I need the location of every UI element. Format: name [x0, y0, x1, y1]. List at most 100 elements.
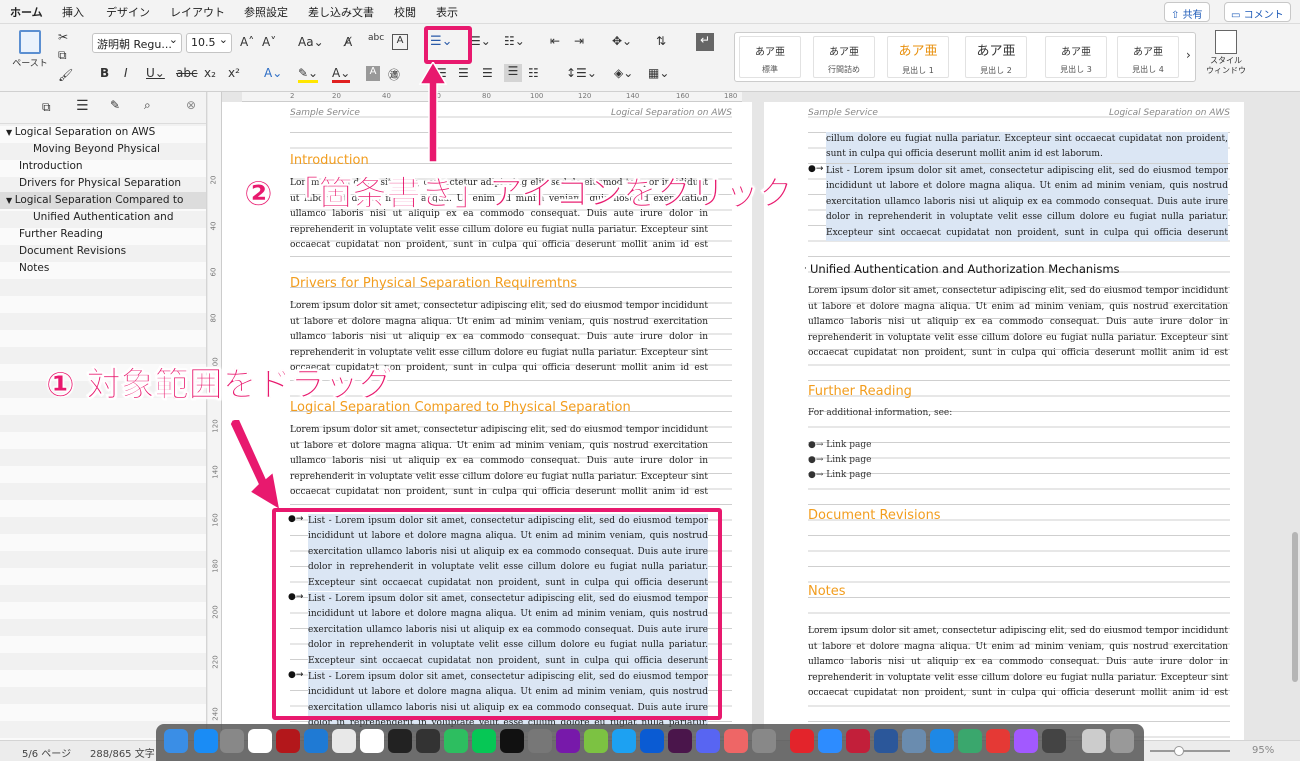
app-icon[interactable]: [846, 729, 870, 753]
slack-icon[interactable]: [668, 729, 692, 753]
char-border-icon[interactable]: A: [392, 34, 408, 50]
link-item[interactable]: ●→ Link page: [808, 470, 871, 480]
style-heading-2[interactable]: あア亜 見出し 2: [965, 36, 1027, 78]
style-heading-1[interactable]: あア亜 見出し 1: [887, 36, 949, 78]
calendar-icon[interactable]: [248, 729, 272, 753]
zoom-thumb[interactable]: [1174, 746, 1184, 756]
tab-design[interactable]: デザイン: [106, 4, 150, 20]
nav-item[interactable]: ▼ Logical Separation on AWS: [0, 124, 206, 141]
onenote-icon[interactable]: [556, 729, 580, 753]
share-button[interactable]: ⇧ 共有: [1164, 2, 1210, 22]
clear-format-icon[interactable]: A̸: [344, 35, 352, 49]
paste-button[interactable]: ペースト: [8, 30, 52, 74]
style-normal[interactable]: あア亜 標準: [739, 36, 801, 78]
increase-indent-icon[interactable]: ⇥: [574, 34, 584, 48]
char-shading-icon[interactable]: A: [366, 66, 380, 81]
subscript-icon[interactable]: x₂: [204, 66, 216, 80]
nav-item[interactable]: Introduction: [19, 158, 83, 175]
list-item-selected[interactable]: List - Lorem ipsum dolor sit amet, conse…: [826, 164, 1228, 241]
1password-icon[interactable]: [640, 729, 664, 753]
tab-references[interactable]: 参照設定: [244, 4, 288, 20]
align-center-icon[interactable]: ☰: [458, 66, 469, 80]
link-item[interactable]: ●→ Link page: [808, 440, 871, 450]
app-icon[interactable]: [388, 729, 412, 753]
line-spacing-icon[interactable]: ↕☰⌄: [566, 66, 597, 80]
cut-icon[interactable]: ✂: [58, 30, 68, 44]
text-effects-icon[interactable]: A⌄: [264, 66, 282, 80]
nav-item[interactable]: Document Revisions: [19, 243, 126, 260]
launchpad-icon[interactable]: [220, 729, 244, 753]
word-icon[interactable]: [874, 729, 898, 753]
shading-icon[interactable]: ◈⌄: [614, 66, 633, 80]
multilevel-list-icon[interactable]: ☷⌄: [504, 34, 525, 48]
numbering-icon[interactable]: ☰⌄: [470, 34, 491, 48]
asian-layout-icon[interactable]: ✥⌄: [612, 34, 632, 48]
style-heading-3[interactable]: あア亜 見出し 3: [1045, 36, 1107, 78]
font-size-select[interactable]: 10.5: [186, 33, 232, 53]
align-right-icon[interactable]: ☰: [482, 66, 493, 80]
chrome-icon[interactable]: [332, 729, 356, 753]
terminal-icon[interactable]: [500, 729, 524, 753]
evernote-icon[interactable]: [444, 729, 468, 753]
zoom-icon[interactable]: [818, 729, 842, 753]
page-right[interactable]: Sample Service Logical Separation on AWS…: [764, 102, 1244, 740]
revisions-icon[interactable]: ✎: [110, 98, 120, 112]
comment-button[interactable]: ▭ コメント: [1224, 2, 1291, 22]
outline-icon[interactable]: ☰: [76, 98, 89, 114]
format-painter-icon[interactable]: 🖌: [58, 68, 73, 82]
decrease-indent-icon[interactable]: ⇤: [550, 34, 560, 48]
tab-mailings[interactable]: 差し込み文書: [308, 4, 374, 20]
line-icon[interactable]: [472, 729, 496, 753]
app-icon[interactable]: [930, 729, 954, 753]
close-icon[interactable]: ⊗: [186, 98, 196, 112]
documents-icon[interactable]: [1082, 729, 1106, 753]
app-icon[interactable]: [276, 729, 300, 753]
enclose-char-icon[interactable]: ㊜: [388, 66, 400, 83]
copy-icon[interactable]: ⧉: [58, 48, 67, 63]
superscript-icon[interactable]: x²: [228, 66, 240, 80]
gif-icon[interactable]: [958, 729, 982, 753]
zoom-slider[interactable]: [1150, 746, 1230, 756]
distributed-icon[interactable]: ☷: [528, 66, 539, 80]
app-icon[interactable]: [986, 729, 1010, 753]
system-preferences-icon[interactable]: [752, 729, 776, 753]
tab-layout[interactable]: レイアウト: [170, 4, 225, 20]
nav-item[interactable]: Further Reading: [19, 226, 103, 243]
change-case-icon[interactable]: Aa⌄: [298, 35, 324, 49]
font-color-icon[interactable]: A⌄: [332, 66, 351, 83]
style-no-spacing[interactable]: あア亜 行間詰め: [813, 36, 875, 78]
phonetic-guide-icon[interactable]: abc: [368, 33, 384, 43]
list-item-selected[interactable]: cillum dolore eu fugiat nulla pariatur. …: [826, 132, 1228, 163]
figma-icon[interactable]: [1014, 729, 1038, 753]
vscode-icon[interactable]: [304, 729, 328, 753]
justify-icon[interactable]: ☰: [504, 64, 522, 82]
thumbnails-icon[interactable]: ⧉: [42, 100, 51, 115]
twitter-icon[interactable]: [612, 729, 636, 753]
trash-icon[interactable]: [1110, 729, 1134, 753]
app-icon[interactable]: [724, 729, 748, 753]
vertical-scrollbar[interactable]: [1292, 532, 1298, 682]
notion-icon[interactable]: [360, 729, 384, 753]
font-name-select[interactable]: 游明朝 Regu...: [92, 33, 182, 53]
tab-home[interactable]: ホーム: [10, 4, 43, 26]
finder-icon[interactable]: [164, 729, 188, 753]
nav-item[interactable]: Unified Authentication and: [33, 209, 174, 226]
show-marks-icon[interactable]: ↵: [696, 33, 714, 51]
highlight-icon[interactable]: ✎⌄: [298, 66, 319, 83]
style-window-button[interactable]: スタイル ウィンドウ: [1200, 30, 1252, 86]
nav-item[interactable]: Drivers for Physical Separation: [19, 175, 181, 192]
nav-item[interactable]: Moving Beyond Physical: [33, 141, 160, 158]
app-icon[interactable]: [790, 729, 814, 753]
style-heading-4[interactable]: あア亜 見出し 4: [1117, 36, 1179, 78]
tab-view[interactable]: 表示: [436, 4, 458, 20]
sort-icon[interactable]: ⇅: [656, 34, 666, 48]
bold-icon[interactable]: B: [100, 66, 109, 80]
app-store-icon[interactable]: [194, 729, 218, 753]
link-item[interactable]: ●→ Link page: [808, 455, 871, 465]
search-icon[interactable]: ⌕: [144, 98, 151, 113]
shrink-font-icon[interactable]: A˅: [262, 35, 276, 49]
strikethrough-icon[interactable]: abc: [176, 66, 198, 80]
grow-font-icon[interactable]: A˄: [240, 35, 254, 49]
help-icon[interactable]: [528, 729, 552, 753]
tab-review[interactable]: 校閲: [394, 4, 416, 20]
